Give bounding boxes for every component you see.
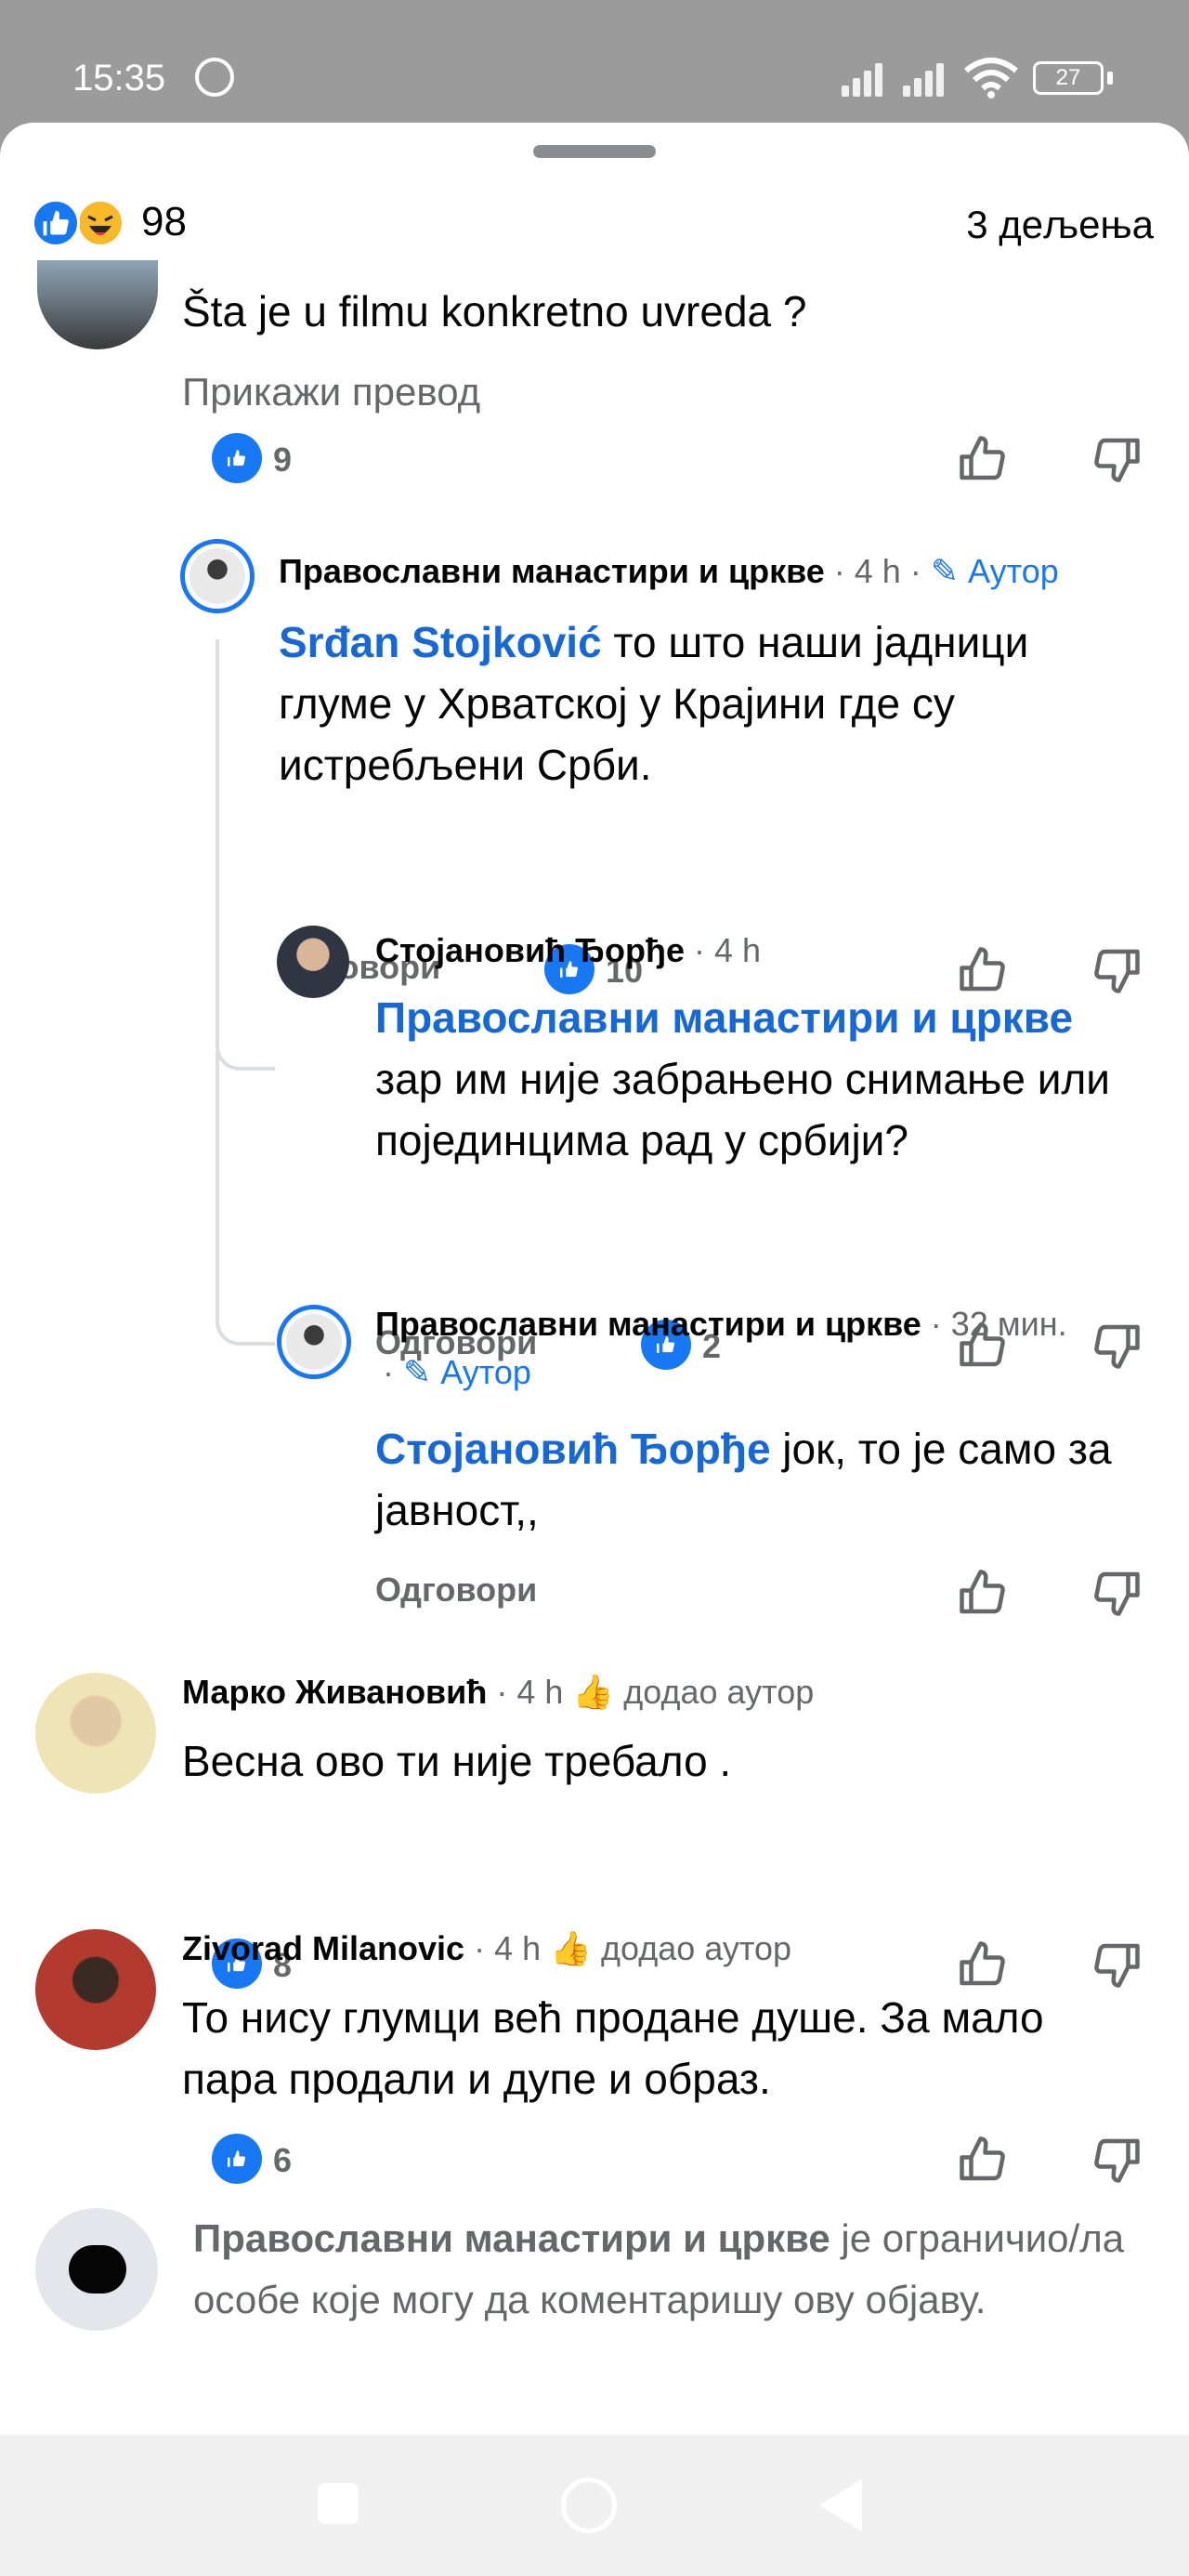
thumbs-down-icon[interactable]	[1089, 1565, 1144, 1621]
added-by-author-label: додао аутор	[601, 1929, 792, 1967]
like-reaction-icon	[32, 199, 80, 247]
reactions-summary[interactable]: 98 3 дељења	[0, 178, 1189, 275]
haha-reaction-icon	[76, 199, 124, 247]
author-badge: ✎ Аутор	[930, 552, 1059, 590]
thumbs-up-icon: 👍	[550, 1929, 592, 1967]
comment-restriction-notice: Православни манастири и цркве је огранич…	[193, 2208, 1141, 2331]
avatar[interactable]	[35, 1929, 156, 2050]
mention-link[interactable]: Стојановић Ђорђе	[375, 1425, 771, 1473]
comment-text: Šta je u filmu konkretno uvreda ?	[182, 287, 807, 335]
author-name[interactable]: Стојановић Ђорђе	[375, 931, 685, 969]
page-name[interactable]: Православни манастири и цркве	[193, 2216, 830, 2260]
comment-time: · 32 мин.	[930, 1305, 1067, 1343]
signal-icon	[842, 63, 892, 97]
comment-time: · 4 h ·	[833, 552, 921, 590]
like-count: 9	[273, 440, 293, 479]
comment-time: · 4 h	[474, 1929, 542, 1967]
system-nav-bar	[0, 2435, 1189, 2576]
wifi-icon	[964, 58, 1018, 99]
comment-author[interactable]: Православни манастири и цркве · 32 мин.	[375, 1305, 1067, 1344]
author-name[interactable]: Марко Живановић	[182, 1673, 487, 1711]
thumbs-down-icon[interactable]	[1089, 2132, 1144, 2188]
thumbs-up-icon[interactable]	[955, 1565, 1011, 1621]
avatar[interactable]	[277, 926, 349, 998]
comment-author[interactable]: Zivorad Milanovic · 4 h 👍 додао аутор	[182, 1929, 791, 1968]
thread-line	[216, 940, 275, 1071]
comment-author[interactable]: Марко Живановић · 4 h 👍 додао аутор	[182, 1673, 814, 1712]
comment-time-separator: ·	[383, 1353, 394, 1391]
comments-sheet: 98 3 дељења Šta je u filmu konkretno uvr…	[0, 123, 1189, 2435]
whatsapp-icon	[195, 58, 234, 97]
comment-body: зар им није забрањено снимање или поједи…	[375, 1055, 1111, 1164]
comment-time: · 4 h	[694, 931, 762, 969]
comment-text: Стојановић Ђорђе јок, то је само за јавн…	[375, 1418, 1146, 1541]
thumbs-up-icon[interactable]	[955, 2132, 1011, 2188]
author-name[interactable]: Zivorad Milanovic	[182, 1929, 464, 1967]
avatar[interactable]	[180, 539, 255, 613]
battery-icon: 27	[1033, 61, 1104, 95]
thumbs-down-icon[interactable]	[1089, 1318, 1144, 1373]
see-translation-link[interactable]: Прикажи превод	[182, 370, 480, 414]
comment-author-meta: · ✎ Аутор	[383, 1353, 531, 1392]
added-by-author-badge: 👍 додао аутор	[550, 1929, 791, 1967]
comment-text: Весна ово ти није требало .	[182, 1737, 732, 1785]
author-name[interactable]: Православни манастири и цркве	[279, 552, 825, 590]
drag-handle[interactable]	[533, 145, 656, 158]
avatar[interactable]	[37, 260, 158, 349]
mention-link[interactable]: Православни манастири и цркве	[375, 993, 1073, 1042]
author-badge: ✎ Аутор	[403, 1353, 531, 1391]
chat-bubble-icon	[69, 2245, 126, 2293]
comment-author[interactable]: Стојановић Ђорђе · 4 h	[375, 931, 761, 970]
back-button[interactable]	[819, 2479, 862, 2531]
like-count: 6	[273, 2141, 293, 2179]
thread-line	[216, 639, 219, 946]
recents-button[interactable]	[318, 2483, 359, 2524]
comment-time: · 4 h	[496, 1673, 564, 1711]
thumbs-down-icon[interactable]	[1089, 431, 1144, 487]
shares-count[interactable]: 3 дељења	[966, 203, 1154, 247]
thumbs-down-icon[interactable]	[1089, 1937, 1144, 1992]
thumbs-up-icon: 👍	[572, 1673, 615, 1711]
avatar[interactable]	[277, 1305, 351, 1379]
status-bar: 15:35 27	[0, 0, 1189, 123]
thumbs-up-icon[interactable]	[955, 1937, 1011, 1992]
signal-icon	[903, 63, 953, 97]
added-by-author-badge: 👍 додао аутор	[572, 1673, 814, 1711]
added-by-author-label: додао аутор	[623, 1673, 815, 1711]
battery-level: 27	[1055, 65, 1081, 90]
comment-text: Srđan Stojković то што наши јадници глум…	[279, 611, 1148, 795]
mention-link[interactable]: Srđan Stojković	[279, 618, 602, 666]
author-badge-label: Аутор	[440, 1353, 531, 1391]
thread-line	[216, 1052, 275, 1346]
comment-text: Православни манастири и цркве зар им није…	[375, 987, 1146, 1171]
like-count-icon	[212, 2134, 262, 2184]
avatar[interactable]	[35, 1673, 156, 1794]
reaction-count: 98	[141, 199, 187, 244]
reply-button[interactable]: Одговори	[375, 1571, 537, 1610]
comment-text: То нису глумци већ продане душе. За мало…	[182, 1993, 1044, 2103]
comment-author[interactable]: Православни манастири и цркве · 4 h · ✎ …	[279, 552, 1059, 591]
like-count-icon	[212, 433, 262, 483]
battery-tip	[1107, 72, 1113, 85]
status-time: 15:35	[72, 58, 166, 99]
thumbs-up-icon[interactable]	[955, 431, 1011, 487]
author-badge-label: Аутор	[968, 552, 1059, 590]
home-button[interactable]	[561, 2477, 617, 2533]
author-name[interactable]: Православни манастири и цркве	[375, 1305, 921, 1343]
